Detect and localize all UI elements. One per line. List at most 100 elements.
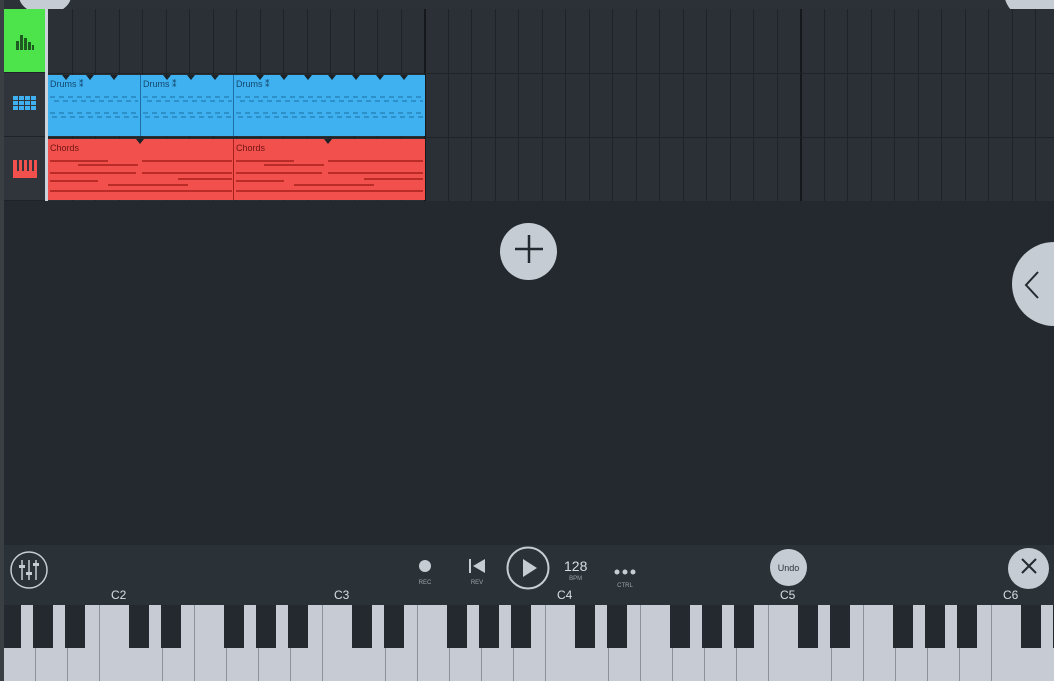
drums-clip[interactable]: Drums ⁑ bbox=[48, 75, 140, 136]
white-key[interactable] bbox=[323, 605, 355, 681]
chords-clip[interactable]: Chords bbox=[48, 139, 233, 200]
record-label: REC bbox=[418, 580, 432, 586]
black-key[interactable] bbox=[65, 605, 85, 648]
black-key[interactable] bbox=[1021, 605, 1041, 648]
drum-pattern bbox=[143, 96, 232, 118]
grid-line bbox=[706, 9, 707, 201]
drum-pattern bbox=[236, 96, 423, 118]
white-key[interactable] bbox=[100, 605, 132, 681]
ctrl-label: CTRL bbox=[617, 583, 633, 589]
play-button[interactable] bbox=[506, 546, 550, 595]
grid-line bbox=[1012, 9, 1013, 201]
playlist-grid[interactable]: Drums ⁑ Drums ⁑ Drums ⁑ Chords Chords bbox=[48, 9, 1054, 201]
black-key[interactable] bbox=[447, 605, 467, 648]
step-grid-icon bbox=[12, 95, 37, 114]
black-key[interactable] bbox=[670, 605, 690, 648]
grid-line bbox=[871, 9, 872, 201]
grid-line bbox=[589, 9, 590, 201]
black-key[interactable] bbox=[33, 605, 53, 648]
black-key[interactable] bbox=[957, 605, 977, 648]
track-header-drums[interactable] bbox=[4, 73, 45, 137]
black-key[interactable] bbox=[4, 605, 21, 648]
chevron-left-icon bbox=[1024, 270, 1040, 305]
black-key[interactable] bbox=[734, 605, 754, 648]
bpm-label: BPM bbox=[569, 576, 583, 582]
grid-line bbox=[518, 9, 519, 201]
grid-line bbox=[636, 9, 637, 201]
drums-clip[interactable]: Drums ⁑ bbox=[140, 75, 234, 136]
bpm-control[interactable]: 128 BPM bbox=[564, 558, 587, 582]
white-key[interactable] bbox=[195, 605, 227, 681]
piano-keyboard[interactable] bbox=[4, 605, 1054, 681]
piano-roll-icon bbox=[12, 159, 37, 178]
track-header-chords[interactable] bbox=[4, 137, 45, 201]
chords-clip[interactable]: Chords bbox=[233, 139, 425, 200]
chord-notes bbox=[236, 160, 423, 192]
black-key[interactable] bbox=[384, 605, 404, 648]
black-key[interactable] bbox=[161, 605, 181, 648]
black-key[interactable] bbox=[224, 605, 244, 648]
white-key[interactable] bbox=[546, 605, 578, 681]
octave-label: C3 bbox=[334, 588, 350, 602]
black-key[interactable] bbox=[479, 605, 499, 648]
grid-row-divider bbox=[48, 73, 1054, 74]
record-button[interactable]: REC bbox=[418, 559, 432, 586]
black-key[interactable] bbox=[575, 605, 595, 648]
white-key[interactable] bbox=[992, 605, 1024, 681]
black-key[interactable] bbox=[288, 605, 308, 648]
grid-line bbox=[777, 9, 778, 201]
grid-row-divider bbox=[48, 137, 1054, 138]
track-header-mixer[interactable] bbox=[4, 9, 45, 73]
black-key[interactable] bbox=[352, 605, 372, 648]
play-icon bbox=[506, 546, 550, 595]
add-track-button[interactable] bbox=[500, 223, 557, 280]
drums-clip[interactable]: Drums ⁑ bbox=[233, 75, 425, 136]
undo-button[interactable]: Undo bbox=[770, 549, 807, 586]
black-key[interactable] bbox=[607, 605, 627, 648]
grid-line bbox=[542, 9, 543, 201]
octave-label: C5 bbox=[780, 588, 796, 602]
grid-line bbox=[495, 9, 496, 201]
grid-line bbox=[800, 9, 802, 201]
grid-line bbox=[894, 9, 895, 201]
white-key[interactable] bbox=[769, 605, 801, 681]
grid-line bbox=[824, 9, 825, 201]
plus-icon bbox=[513, 233, 545, 270]
grid-line bbox=[565, 9, 566, 201]
grid-line bbox=[683, 9, 684, 201]
white-key[interactable] bbox=[418, 605, 450, 681]
grid-line bbox=[730, 9, 731, 201]
rewind-button[interactable]: REV bbox=[469, 559, 485, 586]
black-key[interactable] bbox=[925, 605, 945, 648]
black-key[interactable] bbox=[256, 605, 276, 648]
more-dots-icon bbox=[613, 563, 637, 581]
transport-toolbar: REC REV 128 BPM CTRL bbox=[4, 545, 1054, 605]
grid-line bbox=[448, 9, 449, 201]
octave-label: C4 bbox=[557, 588, 573, 602]
black-key[interactable] bbox=[702, 605, 722, 648]
grid-line bbox=[988, 9, 989, 201]
record-icon bbox=[418, 559, 432, 578]
octave-label: C2 bbox=[111, 588, 127, 602]
black-key[interactable] bbox=[511, 605, 531, 648]
black-key[interactable] bbox=[798, 605, 818, 648]
octave-label: C6 bbox=[1003, 588, 1019, 602]
mixer-button[interactable] bbox=[9, 550, 49, 595]
black-key[interactable] bbox=[129, 605, 149, 648]
drum-pattern bbox=[50, 96, 138, 118]
side-panel-toggle[interactable] bbox=[1012, 242, 1054, 326]
black-key[interactable] bbox=[893, 605, 913, 648]
grid-line bbox=[612, 9, 613, 201]
white-key[interactable] bbox=[641, 605, 673, 681]
white-key[interactable] bbox=[864, 605, 896, 681]
black-key[interactable] bbox=[830, 605, 850, 648]
grid-line bbox=[965, 9, 966, 201]
ctrl-button[interactable]: CTRL bbox=[613, 563, 637, 589]
rewind-label: REV bbox=[470, 580, 484, 586]
skip-back-icon bbox=[469, 559, 485, 578]
grid-line bbox=[659, 9, 660, 201]
playhead[interactable] bbox=[45, 9, 48, 201]
close-button[interactable] bbox=[1008, 548, 1049, 589]
close-icon bbox=[1020, 557, 1038, 580]
grid-line bbox=[471, 9, 472, 201]
